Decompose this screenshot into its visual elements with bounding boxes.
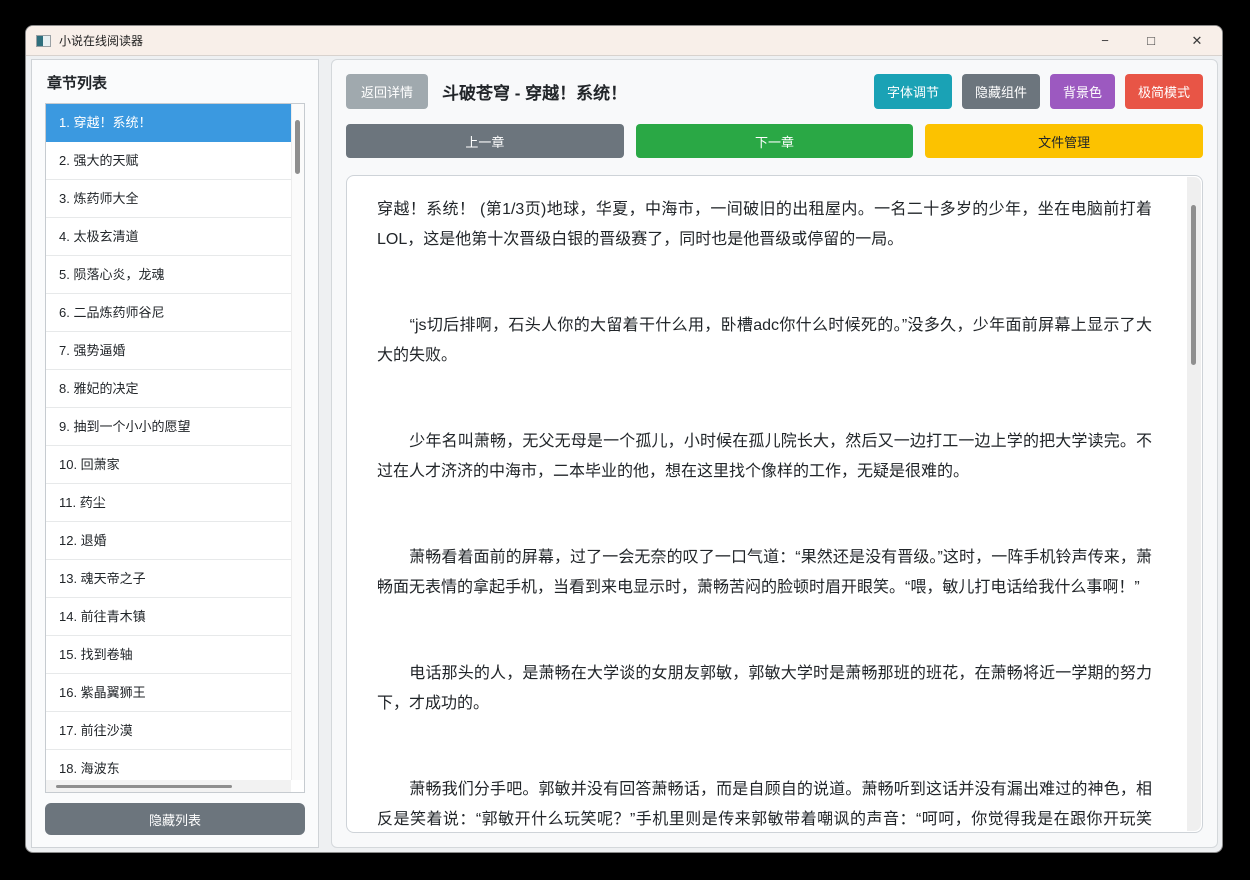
chapter-list-heading: 章节列表 [47, 75, 108, 92]
minimize-icon[interactable]: − [1082, 26, 1128, 56]
reader-toolbar: 字体调节 隐藏组件 背景色 极简模式 [873, 74, 1203, 109]
chapter-item[interactable]: 2. 强大的天赋 [46, 142, 291, 180]
novel-paragraph: 电话那头的人，是萧畅在大学谈的女朋友郭敏，郭敏大学时是萧畅那班的班花，在萧畅将近… [377, 665, 1152, 712]
chapter-item[interactable]: 6. 二品炼药师谷尼 [46, 294, 291, 332]
title-bar[interactable]: 小说在线阅读器 − □ ✕ [26, 26, 1222, 56]
reader-scrollbar-thumb[interactable] [1191, 205, 1196, 365]
chapter-item[interactable]: 10. 回萧家 [46, 446, 291, 484]
chapter-item[interactable]: 7. 强势逼婚 [46, 332, 291, 370]
background-color-button[interactable]: 背景色 [1049, 74, 1115, 109]
reading-area: 穿越！系统！ (第1/3页)地球，华夏，中海市，一间破旧的出租屋内。一名二十多岁… [346, 175, 1203, 833]
chapter-item[interactable]: 11. 药尘 [46, 484, 291, 522]
hide-list-button[interactable]: 隐藏列表 [45, 803, 305, 835]
chapter-item[interactable]: 17. 前往沙漠 [46, 712, 291, 750]
novel-paragraph: 萧畅我们分手吧。郭敏并没有回答萧畅话，而是自顾自的说道。萧畅听到这话并没有漏出难… [377, 781, 1152, 828]
novel-paragraph: 少年名叫萧畅，无父无母是一个孤儿，小时候在孤儿院长大，然后又一边打工一边上学的把… [377, 433, 1152, 480]
reader-panel: 返回详情 斗破苍穹 - 穿越！系统！ 字体调节 隐藏组件 背景色 极简模式 上一… [331, 59, 1218, 848]
chapter-list-horizontal-scrollbar[interactable] [46, 780, 291, 792]
reader-vertical-scrollbar[interactable] [1187, 177, 1201, 831]
back-to-details-button[interactable]: 返回详情 [346, 74, 429, 109]
window-body: 章节列表 1. 穿越！系统！ 2. 强大的天赋 3. 炼药师大全 4. 太极玄清… [26, 57, 1222, 852]
novel-paragraph: 萧畅看着面前的屏幕，过了一会无奈的叹了一口气道：“果然还是没有晋级。”这时，一阵… [377, 549, 1152, 596]
close-icon[interactable]: ✕ [1174, 26, 1220, 56]
next-chapter-button[interactable]: 下一章 [635, 124, 914, 158]
novel-paragraph: “js切后排啊，石头人你的大留着干什么用，卧槽adc你什么时候死的。”没多久，少… [377, 317, 1152, 364]
chapter-item[interactable]: 1. 穿越！系统！ [46, 104, 291, 142]
minimal-mode-button[interactable]: 极简模式 [1124, 74, 1203, 109]
chapter-item[interactable]: 9. 抽到一个小小的愿望 [46, 408, 291, 446]
chapter-list: 1. 穿越！系统！ 2. 强大的天赋 3. 炼药师大全 4. 太极玄清道 5. … [45, 103, 305, 793]
chapter-item[interactable]: 4. 太极玄清道 [46, 218, 291, 256]
chapter-nav: 上一章 下一章 文件管理 [346, 124, 1204, 158]
maximize-icon[interactable]: □ [1128, 26, 1174, 56]
reader-header: 返回详情 斗破苍穹 - 穿越！系统！ 字体调节 隐藏组件 背景色 极简模式 [346, 74, 1203, 109]
prev-chapter-button[interactable]: 上一章 [346, 124, 624, 158]
chapter-list-horizontal-thumb[interactable] [56, 785, 233, 788]
chapter-item[interactable]: 5. 陨落心炎，龙魂 [46, 256, 291, 294]
chapter-item[interactable]: 8. 雅妃的决定 [46, 370, 291, 408]
font-adjust-button[interactable]: 字体调节 [873, 74, 952, 109]
chapter-item[interactable]: 16. 紫晶翼狮王 [46, 674, 291, 712]
app-icon [36, 34, 51, 47]
hide-widgets-button[interactable]: 隐藏组件 [961, 74, 1040, 109]
chapter-item[interactable]: 3. 炼药师大全 [46, 180, 291, 218]
novel-paragraph: 穿越！系统！ (第1/3页)地球，华夏，中海市，一间破旧的出租屋内。一名二十多岁… [377, 201, 1152, 248]
window-title: 小说在线阅读器 [59, 34, 144, 48]
chapter-item[interactable]: 13. 魂天帝之子 [46, 560, 291, 598]
chapter-list-vertical-scrollbar[interactable] [291, 104, 304, 780]
chapter-list-scrollbar-thumb[interactable] [295, 120, 300, 174]
chapter-item[interactable]: 12. 退婚 [46, 522, 291, 560]
chapter-item[interactable]: 14. 前往青木镇 [46, 598, 291, 636]
chapter-item[interactable]: 15. 找到卷轴 [46, 636, 291, 674]
app-window: 小说在线阅读器 − □ ✕ 章节列表 1. 穿越！系统！ 2. 强大的天赋 3.… [25, 25, 1223, 853]
chapter-sidebar: 章节列表 1. 穿越！系统！ 2. 强大的天赋 3. 炼药师大全 4. 太极玄清… [31, 59, 319, 848]
book-chapter-title: 斗破苍穹 - 穿越！系统！ [442, 84, 628, 103]
file-manager-button[interactable]: 文件管理 [925, 124, 1204, 158]
